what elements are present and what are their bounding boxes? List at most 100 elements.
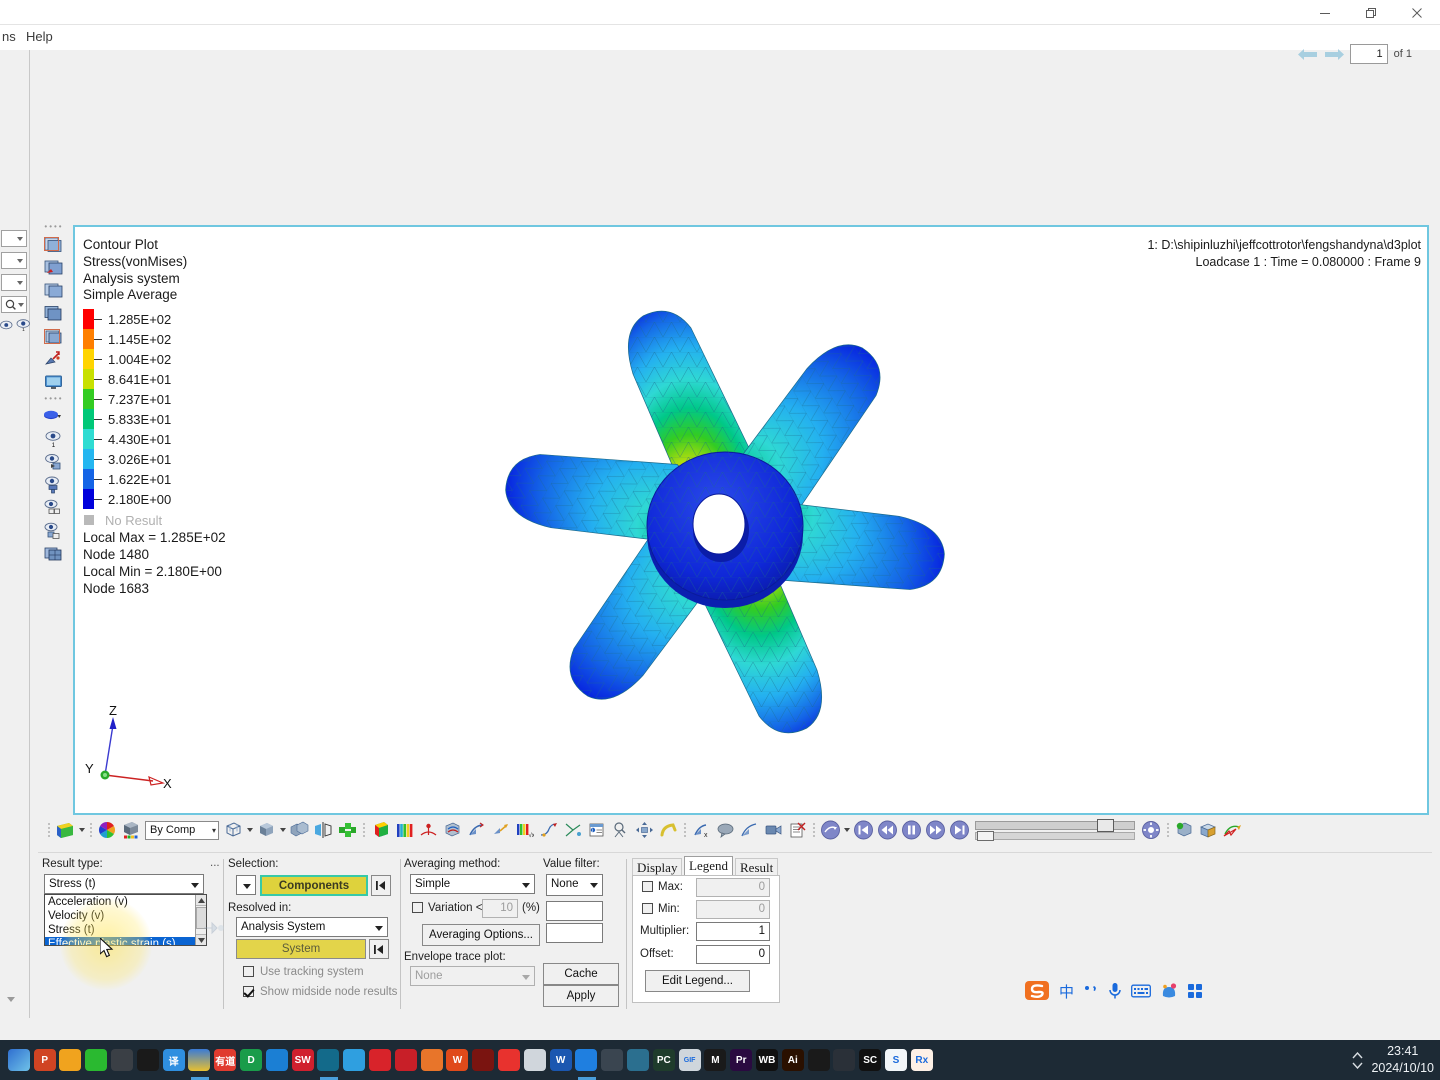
office-icon[interactable] bbox=[58, 1040, 84, 1080]
word-icon[interactable]: W bbox=[548, 1040, 574, 1080]
foxmail-icon[interactable] bbox=[187, 1040, 213, 1080]
graphics-window[interactable]: Contour Plot Stress(vonMises) Analysis s… bbox=[73, 225, 1429, 815]
keyboard-icon[interactable] bbox=[1131, 984, 1151, 998]
video-capture-icon[interactable] bbox=[761, 818, 785, 842]
particle-trace-icon[interactable] bbox=[560, 818, 584, 842]
anchor-node-icon[interactable] bbox=[416, 818, 440, 842]
shaded-view-icon[interactable] bbox=[254, 818, 278, 842]
arrow-left-icon[interactable] bbox=[1297, 45, 1318, 63]
use-tracking-system-checkbox[interactable] bbox=[243, 966, 254, 977]
ansys-wb-icon[interactable] bbox=[393, 1040, 419, 1080]
system-collapse-button[interactable] bbox=[369, 939, 389, 959]
display-elements-icon[interactable] bbox=[42, 474, 64, 496]
legend-offset-input[interactable]: 0 bbox=[696, 945, 770, 964]
list-item[interactable]: Velocity (v) bbox=[45, 909, 206, 923]
tensor-plot-icon[interactable]: √x bbox=[512, 818, 536, 842]
youdao-icon[interactable]: 有道 bbox=[212, 1040, 238, 1080]
list-item[interactable]: Stress (t) bbox=[45, 923, 206, 937]
apply-style-icon[interactable] bbox=[42, 348, 64, 370]
list-item-selected[interactable]: Effective plastic strain (s) bbox=[45, 937, 206, 945]
animate-dropdown-icon[interactable] bbox=[842, 819, 851, 841]
maya-icon[interactable]: M bbox=[703, 1040, 729, 1080]
solidworks-icon[interactable]: SW bbox=[290, 1040, 316, 1080]
legend-multiplier-input[interactable]: 1 bbox=[696, 922, 770, 941]
last-frame-icon[interactable] bbox=[947, 818, 971, 842]
filter-dropdown-2[interactable] bbox=[1, 252, 27, 269]
animation-slider[interactable] bbox=[975, 819, 1135, 841]
animation-settings-icon[interactable] bbox=[1139, 818, 1163, 842]
ime-toolbar[interactable]: 中 bbox=[1018, 976, 1209, 1006]
deform-result-icon[interactable] bbox=[737, 818, 761, 842]
legend-min-input[interactable]: 0 bbox=[696, 900, 770, 919]
animation-speed-track[interactable] bbox=[975, 832, 1135, 840]
punctuation-icon[interactable] bbox=[1083, 983, 1099, 999]
window-overlay-icon[interactable] bbox=[42, 256, 64, 278]
exploded-view-icon[interactable] bbox=[287, 818, 311, 842]
ansys-icon[interactable] bbox=[367, 1040, 393, 1080]
toolbar-drag-handle[interactable]: •••• bbox=[42, 222, 66, 232]
rewind-icon[interactable] bbox=[875, 818, 899, 842]
legend-max-input[interactable]: 0 bbox=[696, 878, 770, 897]
import-icon[interactable] bbox=[1172, 818, 1196, 842]
wps-icon[interactable]: W bbox=[445, 1040, 471, 1080]
autodesk-icon[interactable] bbox=[806, 1040, 832, 1080]
contour-legend[interactable]: 1.285E+02 1.145E+02 1.004E+02 8.641E+01 bbox=[83, 309, 171, 529]
screenshot-icon[interactable] bbox=[522, 1040, 548, 1080]
eye-one-icon[interactable]: 1 bbox=[16, 319, 30, 331]
rx-icon[interactable]: Rx bbox=[909, 1040, 935, 1080]
shaded-dropdown-icon[interactable] bbox=[278, 819, 287, 841]
legend-max-checkbox[interactable] bbox=[642, 881, 653, 892]
iso-value-icon[interactable] bbox=[440, 818, 464, 842]
component-color-icon[interactable] bbox=[119, 818, 143, 842]
ie-icon[interactable] bbox=[6, 1040, 32, 1080]
add-component-icon[interactable] bbox=[335, 818, 359, 842]
search-input[interactable] bbox=[1, 296, 27, 313]
components-collapse-button[interactable] bbox=[371, 875, 391, 896]
plot-export-icon[interactable] bbox=[1220, 818, 1244, 842]
averaging-method-combo[interactable]: Simple bbox=[410, 874, 535, 894]
microphone-icon[interactable] bbox=[1108, 982, 1122, 1000]
taskbar-clock[interactable]: 23:41 2024/10/10 bbox=[1371, 1043, 1434, 1077]
legend-min-checkbox[interactable] bbox=[642, 903, 653, 914]
resolved-in-combo[interactable]: Analysis System bbox=[236, 917, 388, 937]
translate-icon[interactable]: 译 bbox=[161, 1040, 187, 1080]
dingtalk-doc-icon[interactable]: D bbox=[238, 1040, 264, 1080]
color-by-dropdown[interactable]: By Comp ▾ bbox=[145, 820, 219, 840]
active-window-icon[interactable] bbox=[42, 325, 64, 347]
display-reverse-icon[interactable] bbox=[42, 451, 64, 473]
pycharm-icon[interactable]: PC bbox=[651, 1040, 677, 1080]
note-icon[interactable]: i bbox=[584, 818, 608, 842]
contour-plot-dropdown-icon[interactable] bbox=[77, 819, 86, 841]
wechat-icon[interactable] bbox=[83, 1040, 109, 1080]
premiere-icon[interactable]: Pr bbox=[728, 1040, 754, 1080]
stream-trace-icon[interactable] bbox=[536, 818, 560, 842]
menu-item-help[interactable]: Help bbox=[22, 29, 57, 44]
filter-dropdown-1[interactable] bbox=[1, 230, 27, 247]
window-tile-icon[interactable] bbox=[42, 279, 64, 301]
variation-input[interactable]: 10 bbox=[482, 899, 518, 918]
edge-icon[interactable] bbox=[341, 1040, 367, 1080]
mask-icon[interactable] bbox=[42, 405, 64, 427]
excel-grid-icon[interactable] bbox=[599, 1040, 625, 1080]
result-type-listbox[interactable]: Acceleration (v) Velocity (v) Stress (t)… bbox=[44, 894, 207, 946]
value-filter-input-2[interactable] bbox=[546, 923, 603, 943]
toolbox-icon[interactable] bbox=[1187, 983, 1203, 999]
window-stack-icon[interactable] bbox=[42, 302, 64, 324]
value-filter-input-1[interactable] bbox=[546, 901, 603, 921]
animate-icon[interactable] bbox=[818, 818, 842, 842]
curve-icon[interactable] bbox=[656, 818, 680, 842]
sogou-logo-icon[interactable] bbox=[1024, 979, 1050, 1003]
mirror-icon[interactable] bbox=[311, 818, 335, 842]
move-icon[interactable] bbox=[632, 818, 656, 842]
security-icon[interactable] bbox=[625, 1040, 651, 1080]
fan-rotor-model[interactable] bbox=[425, 262, 1025, 782]
variation-checkbox[interactable] bbox=[412, 902, 423, 913]
close-icon[interactable] bbox=[1394, 0, 1440, 25]
full-screen-icon[interactable] bbox=[42, 371, 64, 393]
acrobat-icon[interactable] bbox=[470, 1040, 496, 1080]
player-icon[interactable] bbox=[574, 1040, 600, 1080]
export-icon[interactable] bbox=[1196, 818, 1220, 842]
skin-icon[interactable] bbox=[1160, 983, 1178, 999]
powerpoint-icon[interactable]: P bbox=[32, 1040, 58, 1080]
contour-plot-icon[interactable] bbox=[53, 818, 77, 842]
